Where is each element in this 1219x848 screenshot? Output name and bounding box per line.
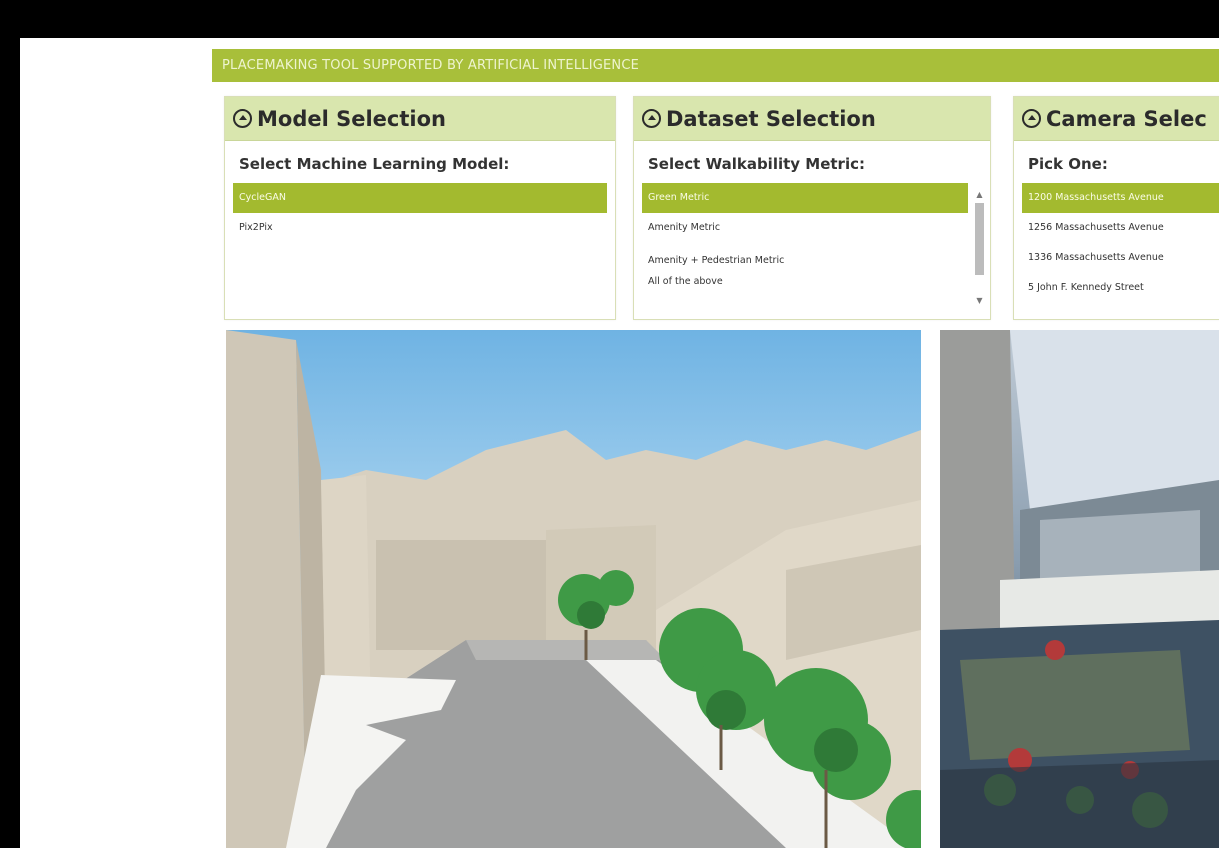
dataset-select-label: Select Walkability Metric: [648, 155, 865, 173]
model-option-pix2pix[interactable]: Pix2Pix [233, 213, 607, 243]
scroll-down-icon[interactable]: ▼ [973, 295, 986, 307]
dataset-scrollbar[interactable]: ▲ ▼ [973, 189, 986, 307]
3d-scene-illustration [226, 330, 921, 848]
dataset-selection-panel: Dataset Selection Select Walkability Met… [633, 96, 991, 320]
dataset-option-amenity-pedestrian[interactable]: Amenity + Pedestrian Metric [642, 243, 968, 269]
dataset-panel-header[interactable]: Dataset Selection [634, 97, 990, 141]
camera-option-5-jfk-street[interactable]: 5 John F. Kennedy Street [1022, 273, 1219, 303]
camera-option-list: 1200 Massachusetts Avenue 1256 Massachus… [1022, 183, 1219, 313]
collapse-icon[interactable] [1022, 109, 1041, 128]
model-option-cyclegan[interactable]: CycleGAN [233, 183, 607, 213]
model-panel-header[interactable]: Model Selection [225, 97, 615, 141]
collapse-icon[interactable] [642, 109, 661, 128]
model-panel-title: Model Selection [257, 106, 446, 131]
camera-selection-panel: Camera Selec Pick One: 1200 Massachusett… [1013, 96, 1219, 320]
camera-panel-header[interactable]: Camera Selec [1014, 97, 1219, 141]
dataset-option-all[interactable]: All of the above [642, 269, 968, 295]
camera-option-1200-mass-ave[interactable]: 1200 Massachusetts Avenue [1022, 183, 1219, 213]
camera-panel-title: Camera Selec [1046, 106, 1207, 131]
camera-option-1256-mass-ave[interactable]: 1256 Massachusetts Avenue [1022, 213, 1219, 243]
generated-image-output [940, 330, 1219, 848]
camera-option-1336-mass-ave[interactable]: 1336 Massachusetts Avenue [1022, 243, 1219, 273]
collapse-icon[interactable] [233, 109, 252, 128]
scroll-up-icon[interactable]: ▲ [973, 189, 986, 201]
model-selection-panel: Model Selection Select Machine Learning … [224, 96, 616, 320]
app-banner: PLACEMAKING TOOL SUPPORTED BY ARTIFICIAL… [212, 49, 1219, 82]
scroll-thumb[interactable] [975, 203, 984, 275]
dataset-panel-title: Dataset Selection [666, 106, 876, 131]
app-window: PLACEMAKING TOOL SUPPORTED BY ARTIFICIAL… [20, 38, 1219, 848]
generated-scene-illustration [940, 330, 1219, 848]
3d-street-render [226, 330, 921, 848]
dataset-option-amenity[interactable]: Amenity Metric [642, 213, 968, 243]
camera-select-label: Pick One: [1028, 155, 1108, 173]
model-option-list: CycleGAN Pix2Pix [233, 183, 607, 313]
dataset-option-list: Green Metric Amenity Metric Amenity + Pe… [642, 183, 968, 313]
model-select-label: Select Machine Learning Model: [239, 155, 510, 173]
dataset-option-green[interactable]: Green Metric [642, 183, 968, 213]
